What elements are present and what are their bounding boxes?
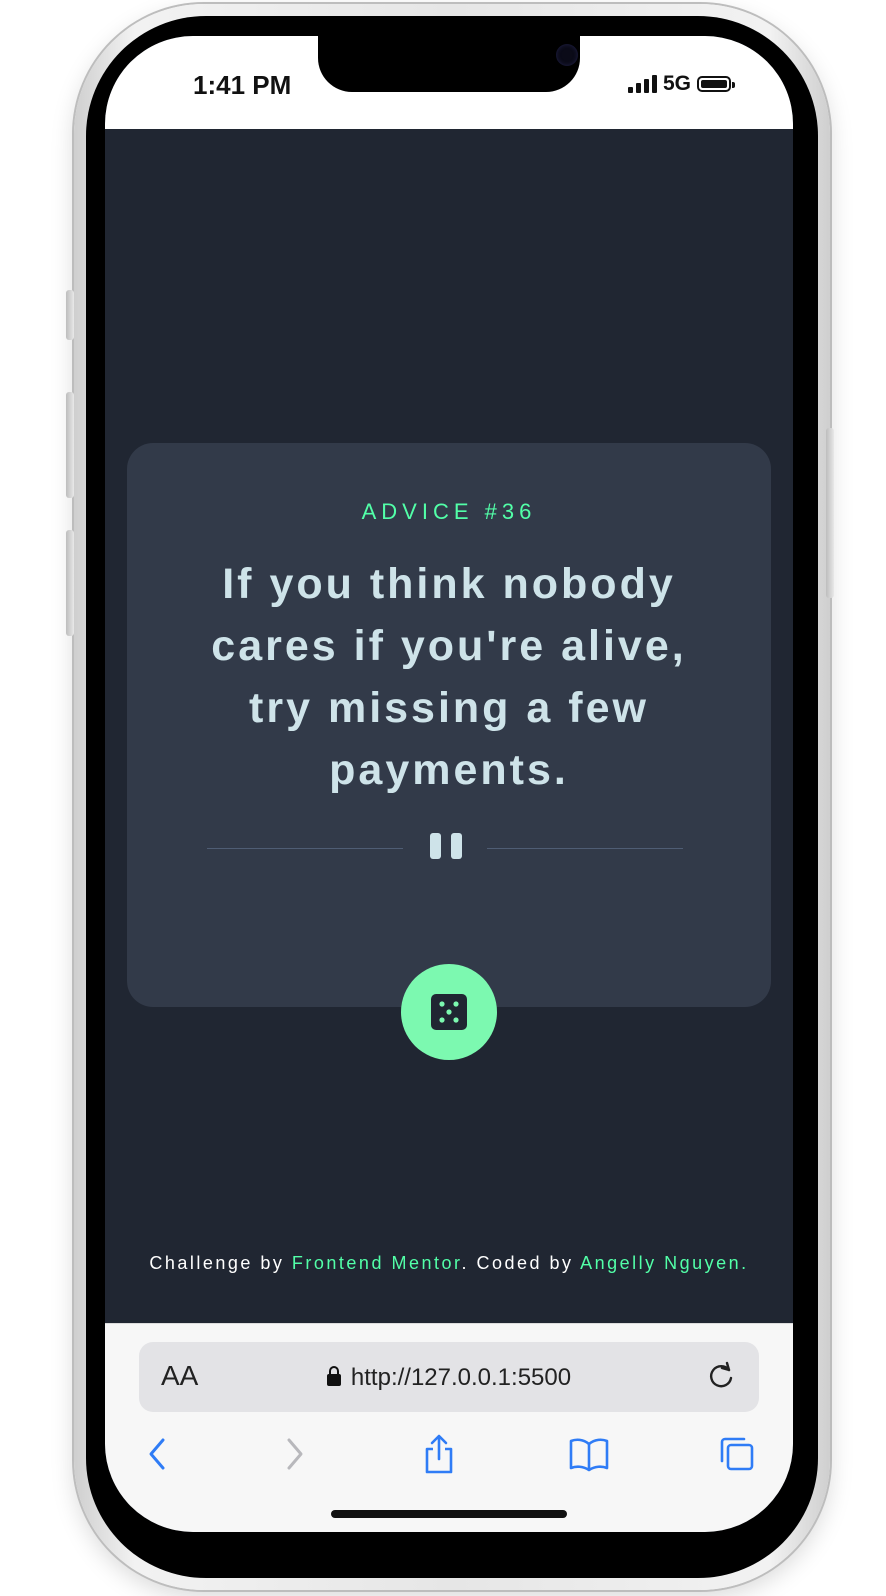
share-icon [425,1434,453,1474]
front-camera [556,44,578,66]
status-time: 1:41 PM [193,70,292,100]
phone-screen: 1:41 PM 5G ADVICE #36 If you think nobod… [105,36,793,1532]
attribution-prefix: Challenge by [149,1253,292,1273]
reload-icon [710,1361,733,1388]
book-icon [569,1438,609,1472]
attribution: Challenge by Frontend Mentor. Coded by A… [105,1253,793,1274]
status-indicators: 5G [627,72,735,96]
back-button[interactable] [135,1432,179,1476]
advice-card: ADVICE #36 If you think nobody cares if … [127,443,771,1007]
home-indicator [331,1510,567,1518]
safari-toolbar: AA http://127.0.0.1:5500 [105,1323,793,1532]
network-label: 5G [662,72,691,95]
signal-icon [627,75,657,93]
lock-icon [326,1366,341,1386]
address-bar[interactable]: AA http://127.0.0.1:5500 [139,1342,759,1412]
silent-switch [66,290,74,340]
divider-line-left [207,848,403,849]
pause-divider-icon [430,833,462,859]
browser-nav-row [105,1432,793,1482]
pattern-divider [207,833,683,863]
frontend-mentor-link[interactable]: Frontend Mentor [292,1253,462,1273]
forward-button[interactable] [273,1432,317,1476]
chevron-right-icon [287,1438,303,1470]
status-bar: 1:41 PM 5G [105,36,793,129]
advice-quote: If you think nobody cares if you're aliv… [211,560,687,794]
attribution-suffix: . [741,1253,749,1273]
chevron-left-icon [149,1438,165,1470]
battery-icon [697,76,735,92]
tabs-button[interactable] [715,1432,759,1476]
url-display[interactable]: http://127.0.0.1:5500 [139,1364,759,1392]
share-button[interactable] [417,1432,461,1476]
reload-button[interactable] [705,1360,737,1392]
bookmarks-button[interactable] [567,1432,611,1476]
volume-up-button [66,392,74,498]
dice-icon [431,994,467,1030]
new-advice-button[interactable] [401,964,497,1060]
divider-line-right [487,848,683,849]
author-link[interactable]: Angelly Nguyen [580,1253,741,1273]
power-button [826,428,834,598]
volume-down-button [66,530,74,636]
url-text: http://127.0.0.1:5500 [350,1364,572,1391]
notch [318,36,580,92]
advice-id-label: ADVICE #36 [361,499,537,524]
attribution-coded-by: . Coded by [461,1253,581,1273]
tabs-icon [720,1437,754,1471]
